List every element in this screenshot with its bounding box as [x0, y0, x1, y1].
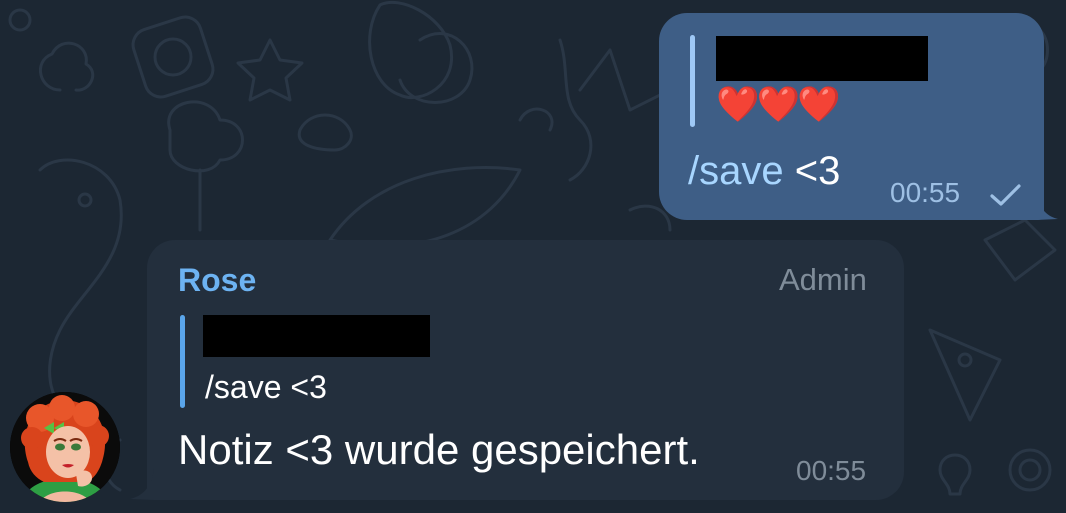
bot-command-link[interactable]: /save [688, 149, 784, 193]
redacted-reply-sender [716, 36, 928, 81]
reply-quote-bar [690, 35, 695, 127]
cartoon-woman-avatar-icon[interactable] [10, 392, 120, 502]
reply-quote-text: ❤️❤️❤️ [716, 85, 841, 125]
message-timestamp: 00:55 [796, 455, 867, 486]
incoming-message-text: Notiz <3 wurde gespeichert. [178, 426, 700, 473]
reply-quote-bar [180, 315, 185, 408]
admin-badge: Admin [779, 262, 867, 297]
reply-quote-text[interactable]: /save <3 [205, 366, 327, 408]
message-timestamp: 00:55 [890, 177, 961, 208]
bubble-tail-icon [1036, 188, 1058, 220]
message-text-rest: <3 [783, 149, 841, 193]
sender-name[interactable]: Rose [178, 259, 256, 301]
single-check-icon [990, 184, 1021, 206]
redacted-reply-sender [203, 315, 430, 357]
outgoing-message-text: /save <3 [688, 146, 840, 196]
bubble-tail-icon [130, 468, 154, 500]
